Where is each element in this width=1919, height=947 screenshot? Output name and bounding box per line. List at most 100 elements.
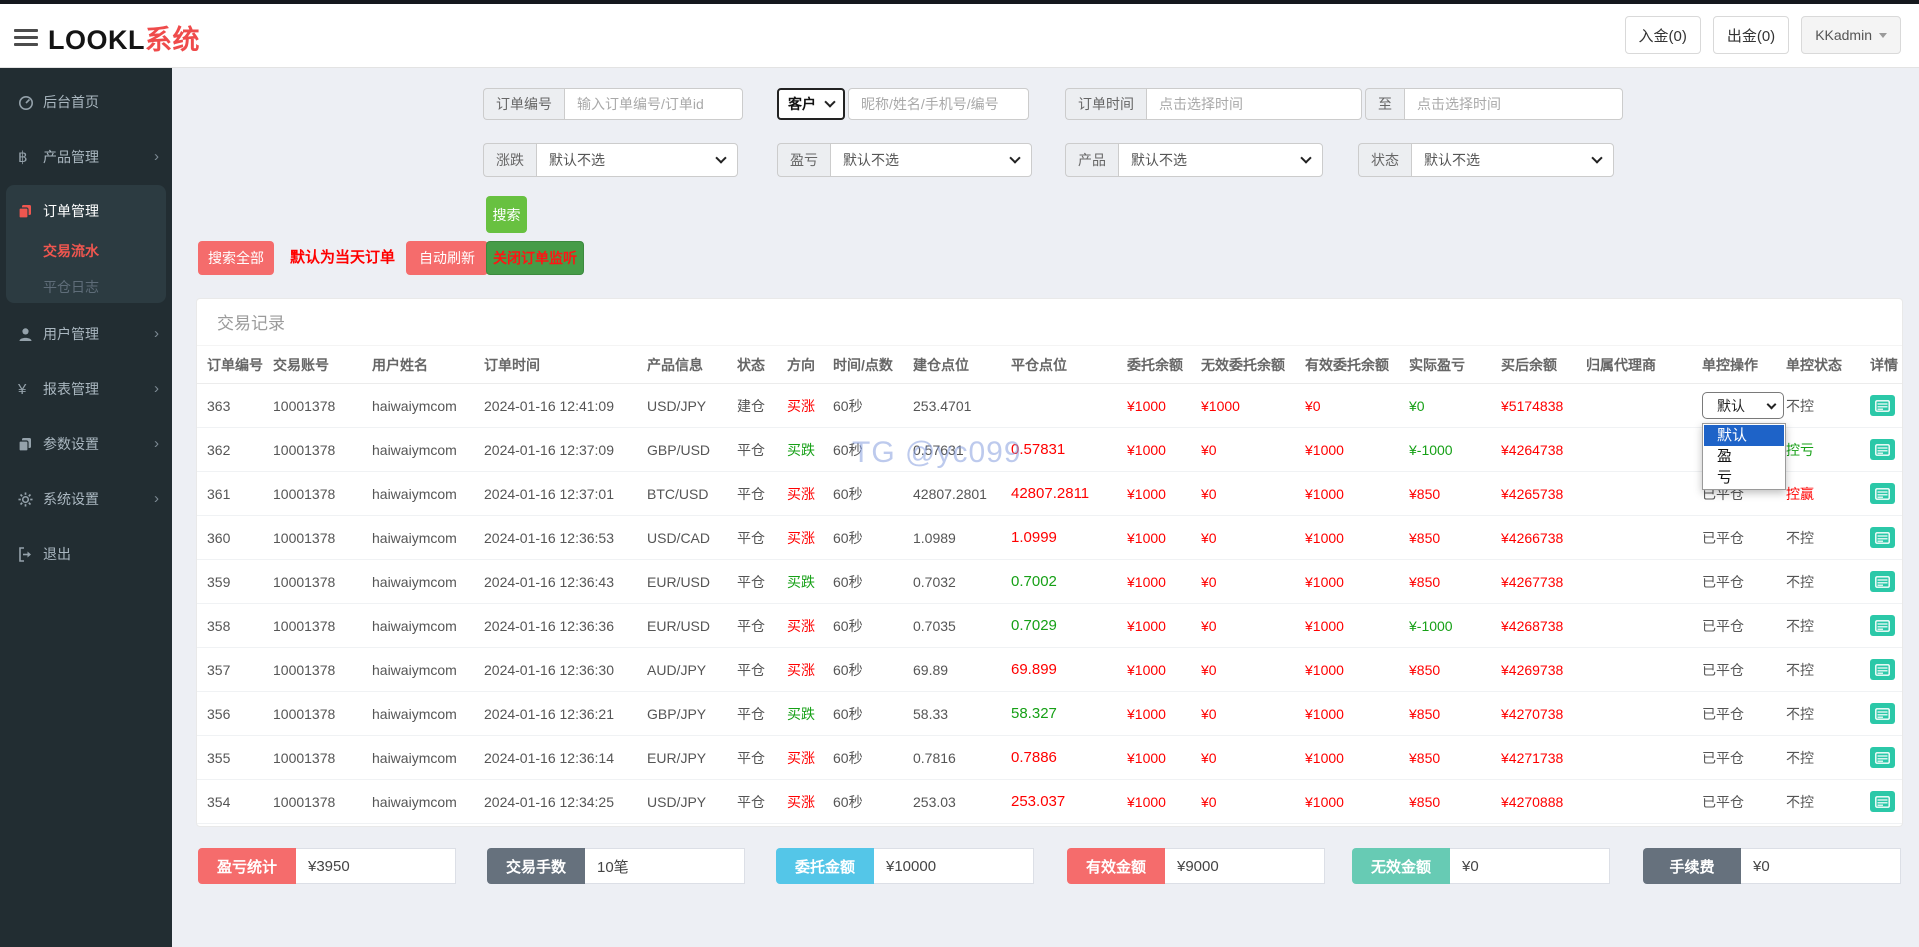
search-all-button[interactable]: 搜索全部	[198, 241, 274, 275]
cell-order-time: 2024-01-16 12:41:09	[484, 397, 614, 414]
cell-entrust-balance: ¥1000	[1127, 661, 1166, 678]
cell-username: haiwaiymcom	[372, 573, 457, 590]
cell-open-point: 253.03	[913, 793, 956, 810]
order-no-input[interactable]	[564, 88, 743, 120]
auto-refresh-button[interactable]: 自动刷新	[406, 241, 488, 275]
chevron-right-icon: ›	[154, 148, 159, 165]
control-select[interactable]: 默认	[1702, 392, 1784, 419]
sidebar-item-parameters[interactable]: 参数设置 ›	[0, 431, 172, 457]
cell-period: 60秒	[833, 793, 863, 810]
cell-control-state: 不控	[1786, 661, 1814, 678]
cell-order-time: 2024-01-16 12:36:53	[484, 529, 614, 546]
order-time-end-input[interactable]	[1404, 88, 1623, 120]
menu-toggle-icon[interactable]	[14, 25, 40, 47]
sidebar-item-users[interactable]: 用户管理 ›	[0, 321, 172, 347]
order-time-start-input[interactable]	[1146, 88, 1362, 120]
summary-value: 10笔	[585, 848, 745, 884]
pl-label: 盈亏	[777, 143, 830, 177]
detail-button[interactable]	[1870, 659, 1895, 680]
chevron-down-icon	[1766, 399, 1777, 409]
cell-control-state: 不控	[1786, 793, 1814, 810]
order-no-label: 订单编号	[483, 88, 564, 120]
column-header: 用户姓名	[372, 356, 428, 373]
detail-button[interactable]	[1870, 791, 1895, 812]
dropdown-option[interactable]: 亏	[1704, 467, 1784, 488]
product-select[interactable]: 默认不选	[1118, 143, 1323, 177]
cell-status: 建仓	[737, 397, 765, 414]
dashboard-icon	[18, 94, 43, 110]
filter-updown: 涨跌 默认不选	[483, 143, 738, 177]
customer-input[interactable]	[848, 88, 1029, 120]
cell-detail	[1870, 791, 1904, 812]
cell-order-time: 2024-01-16 12:36:21	[484, 705, 614, 722]
cell-order-time: 2024-01-16 12:36:14	[484, 749, 614, 766]
cell-detail	[1870, 439, 1904, 460]
withdraw-button[interactable]: 出金(0)	[1712, 16, 1790, 54]
cell-detail	[1870, 659, 1904, 680]
dropdown-option[interactable]: 默认	[1704, 425, 1784, 446]
sidebar-item-system-settings[interactable]: 系统设置 ›	[0, 486, 172, 512]
table-row: 354 10001378 haiwaiymcom 2024-01-16 12:34:2…	[197, 780, 1902, 824]
sidebar-item-close-log[interactable]: 平仓日志	[0, 275, 172, 299]
summary-value: ¥3950	[296, 848, 456, 884]
deposit-button[interactable]: 入金(0)	[1624, 16, 1701, 54]
detail-button[interactable]	[1870, 615, 1895, 636]
cell-open-point: 0.7032	[913, 573, 956, 590]
chevron-down-icon	[824, 96, 836, 108]
column-header: 单控操作	[1702, 356, 1758, 373]
detail-button[interactable]	[1870, 439, 1895, 460]
detail-button[interactable]	[1870, 747, 1895, 768]
cell-period: 60秒	[833, 573, 863, 590]
cell-invalid-entrust: ¥0	[1201, 661, 1217, 678]
status-label: 状态	[1358, 143, 1411, 177]
column-header: 有效委托余额	[1305, 356, 1389, 373]
cell-direction: 买跌	[787, 705, 815, 722]
dropdown-option[interactable]: 盈	[1704, 446, 1784, 467]
detail-button[interactable]	[1870, 527, 1895, 548]
column-header: 归属代理商	[1586, 356, 1656, 373]
cell-product: EUR/USD	[647, 573, 711, 590]
cell-control-state: 控亏	[1786, 441, 1814, 458]
cell-direction: 买涨	[787, 661, 815, 678]
cell-period: 60秒	[833, 441, 863, 458]
detail-button[interactable]	[1870, 395, 1895, 416]
chevron-down-icon	[1591, 152, 1603, 164]
column-header: 平仓点位	[1011, 356, 1067, 373]
top-header: LOOKL系统 入金(0) 出金(0) KKadmin	[0, 4, 1919, 68]
sidebar-item-dashboard[interactable]: 后台首页	[0, 89, 172, 115]
logout-icon	[18, 546, 43, 562]
detail-button[interactable]	[1870, 483, 1895, 504]
cell-period: 60秒	[833, 617, 863, 634]
cell-period: 60秒	[833, 529, 863, 546]
cell-username: haiwaiymcom	[372, 485, 457, 502]
sidebar-item-reports[interactable]: ¥ 报表管理 ›	[0, 376, 172, 402]
sidebar-item-orders[interactable]: 订单管理	[0, 198, 172, 224]
status-select[interactable]: 默认不选	[1411, 143, 1614, 177]
pl-select[interactable]: 默认不选	[830, 143, 1032, 177]
updown-select[interactable]: 默认不选	[536, 143, 738, 177]
cell-username: haiwaiymcom	[372, 793, 457, 810]
cell-after-balance: ¥4271738	[1501, 749, 1564, 766]
detail-button[interactable]	[1870, 571, 1895, 592]
cell-product: GBP/USD	[647, 441, 711, 458]
cell-direction: 买跌	[787, 441, 815, 458]
sidebar-item-trade-flow[interactable]: 交易流水	[0, 239, 172, 263]
trade-records-card: 交易记录 订单编号 交易账号 用户姓名 订单时间 产品信息 状态 方向 时间/点数 建仓点位 平仓…	[196, 298, 1903, 827]
cell-close-point: 0.7029	[1011, 617, 1057, 634]
cell-after-balance: ¥4265738	[1501, 485, 1564, 502]
close-order-listen-button[interactable]: 关闭订单监听	[486, 241, 584, 275]
sidebar-item-logout[interactable]: 退出	[0, 541, 172, 567]
user-menu-button[interactable]: KKadmin	[1801, 16, 1901, 54]
cell-open-point: 1.0989	[913, 529, 956, 546]
search-button[interactable]: 搜索	[486, 196, 527, 233]
cell-status: 平仓	[737, 617, 765, 634]
cell-status: 平仓	[737, 441, 765, 458]
detail-button[interactable]	[1870, 703, 1895, 724]
column-header: 交易账号	[273, 356, 329, 373]
cell-entrust-balance: ¥1000	[1127, 441, 1166, 458]
customer-type-select[interactable]: 客户	[777, 88, 845, 120]
cell-after-balance: ¥4268738	[1501, 617, 1564, 634]
sidebar-item-products[interactable]: ฿ 产品管理 ›	[0, 144, 172, 170]
chevron-down-icon	[1300, 152, 1312, 164]
cell-order-time: 2024-01-16 12:36:36	[484, 617, 614, 634]
